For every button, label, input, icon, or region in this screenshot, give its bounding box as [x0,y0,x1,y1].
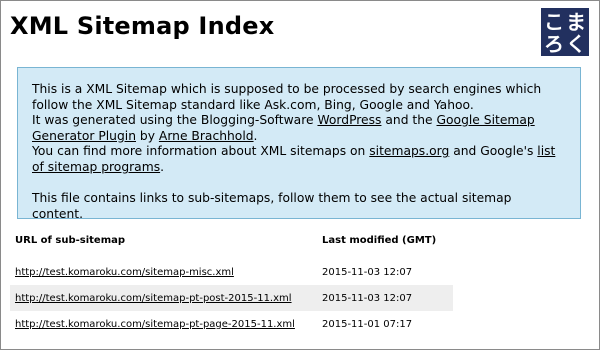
table-row: http://test.komaroku.com/sitemap-pt-post… [10,285,453,311]
intro-text: . [160,159,165,174]
intro-text: by [136,128,159,143]
intro-paragraph: This is a XML Sitemap which is supposed … [32,82,566,176]
url-cell: http://test.komaroku.com/sitemap-pt-post… [10,285,317,311]
intro-line-1: This is a XML Sitemap which is supposed … [32,82,542,112]
author-link[interactable]: Arne Brachhold [159,129,254,143]
url-cell: http://test.komaroku.com/sitemap-pt-page… [10,311,317,337]
url-cell: http://test.komaroku.com/sitemap-misc.xm… [10,259,317,285]
modified-cell: 2015-11-03 12:07 [322,266,413,278]
table-row: http://test.komaroku.com/sitemap-misc.xm… [10,259,453,285]
intro-subsitemap-note: This file contains links to sub-sitemaps… [32,191,512,221]
sitemap-table: URL of sub-sitemap Last modified (GMT) h… [10,235,453,337]
sitemap-link[interactable]: http://test.komaroku.com/sitemap-misc.xm… [15,267,234,278]
sitemap-link[interactable]: http://test.komaroku.com/sitemap-pt-page… [15,319,295,330]
table-header-row: URL of sub-sitemap Last modified (GMT) [10,235,453,253]
table-row: http://test.komaroku.com/sitemap-pt-page… [10,311,453,337]
modified-cell: 2015-11-01 07:17 [322,318,413,330]
sitemap-link[interactable]: http://test.komaroku.com/sitemap-pt-post… [15,293,292,304]
modified-column-header: Last modified (GMT) [322,235,437,246]
site-logo: こ ま ろ く [541,8,589,56]
logo-char-1: こ [544,10,564,34]
url-column-header: URL of sub-sitemap [15,235,126,246]
intro-box: This is a XML Sitemap which is supposed … [17,67,581,221]
intro-text: and Google's [449,144,538,159]
logo-char-2: ま [566,10,586,34]
logo-char-4: く [566,32,586,55]
page-title: XML Sitemap Index [10,12,275,40]
intro-text: . [253,128,258,143]
wordpress-link[interactable]: WordPress [317,113,381,127]
intro-text: It was generated using the Blogging-Soft… [32,113,318,128]
sitemaps-org-link[interactable]: sitemaps.org [369,144,449,158]
modified-cell: 2015-11-03 12:07 [317,285,453,311]
logo-char-3: ろ [544,32,564,55]
intro-text: You can find more information about XML … [32,144,370,159]
intro-text: and the [381,113,437,128]
